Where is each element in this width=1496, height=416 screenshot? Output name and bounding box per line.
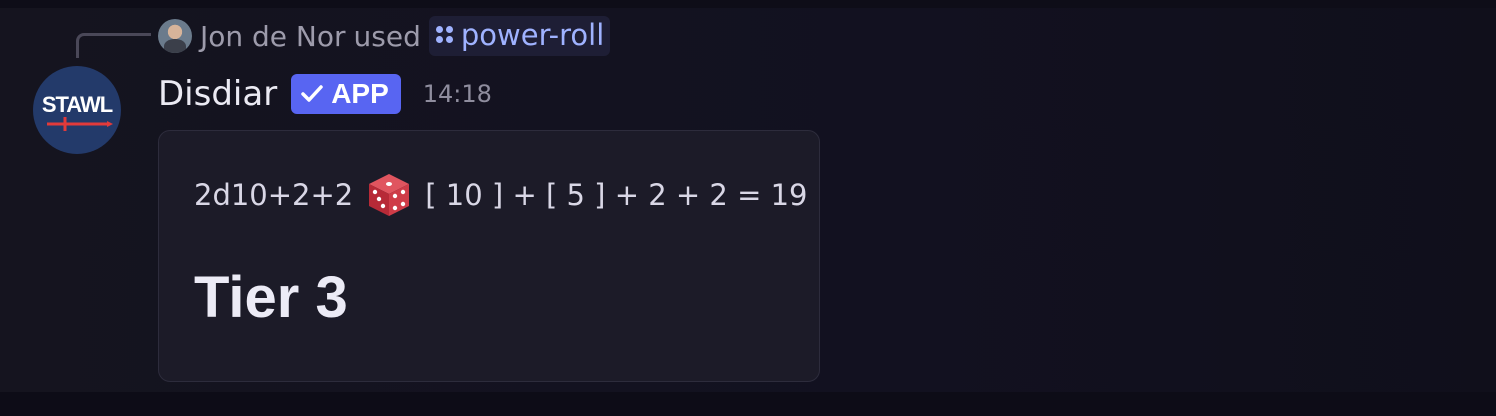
sword-icon <box>47 117 113 131</box>
app-badge: APP <box>291 74 401 114</box>
command-mention[interactable]: power-roll <box>428 16 611 56</box>
checkmark-icon <box>301 85 323 102</box>
bot-avatar[interactable]: STAWL <box>33 66 121 154</box>
game-die-icon <box>369 174 410 216</box>
message-header: Disdiar APP 14:18 <box>158 70 492 118</box>
reply-connector-line <box>76 33 151 58</box>
reply-username[interactable]: Jon de Nor <box>200 20 346 53</box>
command-name: power-roll <box>460 18 605 52</box>
slash-command-icon <box>435 25 455 45</box>
tier-result: Tier 3 <box>194 265 348 330</box>
reply-used-text: used <box>353 19 421 53</box>
top-divider <box>0 0 1496 8</box>
roll-line: 2d10+2+2 [ 10 ] + [ 5 ] + 2 + 2 = 19 <box>194 171 808 219</box>
reply-context: Jon de Nor used power-roll <box>158 16 611 56</box>
bottom-divider <box>0 392 1496 416</box>
message-timestamp[interactable]: 14:18 <box>423 80 492 108</box>
user-avatar[interactable] <box>158 19 192 53</box>
bot-name[interactable]: Disdiar <box>158 74 277 114</box>
roll-formula: 2d10+2+2 <box>194 178 354 212</box>
roll-breakdown: [ 10 ] + [ 5 ] + 2 + 2 = 19 <box>425 178 808 212</box>
app-badge-label: APP <box>331 78 389 109</box>
roll-result-card: 2d10+2+2 [ 10 ] + [ 5 ] + 2 + 2 = 19 Tie… <box>158 130 820 382</box>
